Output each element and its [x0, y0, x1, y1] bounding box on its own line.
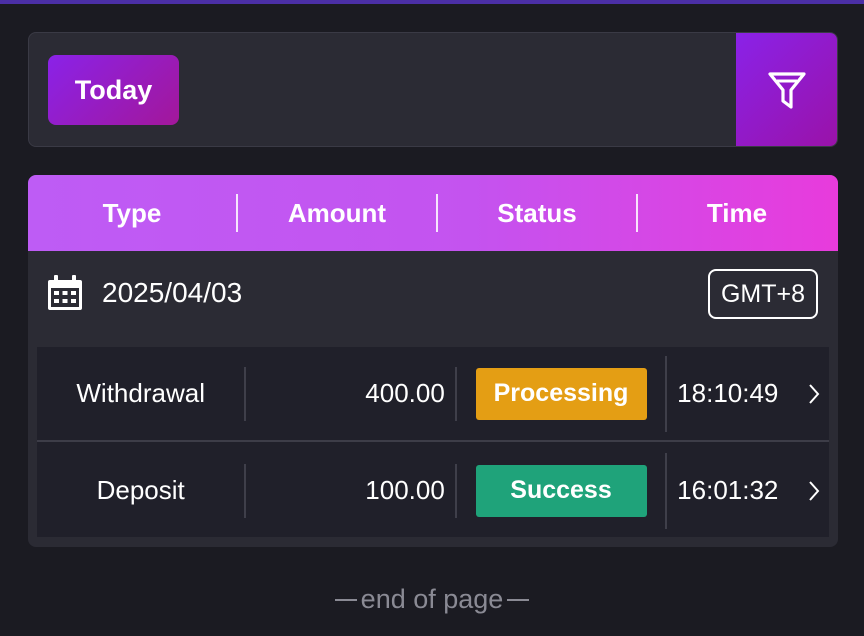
transaction-time: 18:10:49: [667, 346, 829, 441]
dash-right: [507, 598, 530, 601]
table-row[interactable]: Withdrawal 400.00 Processing 18:10:49: [37, 347, 829, 442]
today-button[interactable]: Today: [48, 55, 179, 125]
transaction-type: Deposit: [96, 475, 185, 505]
transaction-time: 16:01:32: [667, 443, 829, 538]
filter-button[interactable]: [736, 33, 837, 146]
chevron-right-icon[interactable]: [807, 382, 821, 406]
timezone-badge: GMT+8: [708, 269, 818, 319]
end-of-page-text: end of page: [360, 584, 504, 614]
transactions-table: Type Amount Status Time 2025/04/03 GMT+8…: [28, 175, 838, 547]
status-cell: Success: [457, 443, 665, 538]
status-badge: Success: [475, 464, 647, 517]
transaction-time-text: 16:01:32: [677, 475, 779, 505]
filter-bar: Today: [28, 32, 838, 147]
column-header-time: Time: [706, 197, 768, 228]
column-header-status: Status: [497, 197, 577, 228]
dash-left: [334, 598, 357, 601]
transaction-amount: 400.00: [365, 378, 445, 408]
transaction-type: Withdrawal: [76, 378, 205, 408]
chevron-right-icon[interactable]: [807, 479, 821, 503]
column-header-amount: Amount: [287, 197, 387, 228]
group-date: 2025/04/03: [102, 277, 243, 308]
end-of-page-marker: end of page: [0, 584, 864, 615]
transaction-time-text: 18:10:49: [677, 378, 779, 408]
status-cell: Processing: [457, 346, 665, 441]
funnel-icon: [767, 71, 806, 109]
column-header-type: Type: [102, 197, 162, 228]
table-header: Type Amount Status Time: [28, 175, 838, 251]
top-accent-bar: [0, 0, 864, 4]
transaction-amount: 100.00: [365, 475, 445, 505]
calendar-icon: [48, 275, 82, 310]
status-badge: Processing: [475, 367, 647, 420]
date-group-header: 2025/04/03 GMT+8: [28, 251, 838, 347]
transaction-list: Withdrawal 400.00 Processing 18:10:49 De…: [37, 347, 829, 537]
table-row[interactable]: Deposit 100.00 Success 16:01:32: [37, 443, 829, 538]
